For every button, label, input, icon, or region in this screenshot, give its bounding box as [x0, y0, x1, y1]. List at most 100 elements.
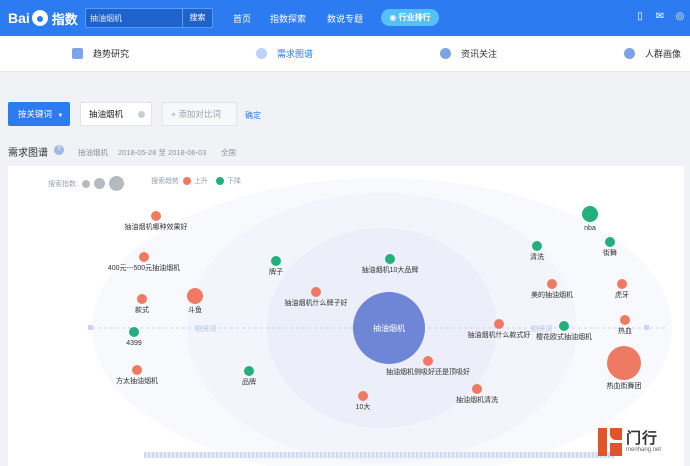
watermark: 门行 menhang.net: [598, 424, 686, 460]
keyword-bubble[interactable]: [472, 384, 482, 394]
keyword-bubble[interactable]: [311, 287, 321, 297]
legend-trend-label: 搜索趋势: [151, 178, 179, 185]
search-button[interactable]: 搜索: [182, 9, 212, 27]
keyword-bubble-label: 抽油烟机10大品牌: [362, 265, 419, 274]
keyword-bubble[interactable]: [547, 279, 557, 289]
add-compare-button[interactable]: + 添加对比词: [162, 102, 237, 126]
trend-icon: [72, 48, 83, 59]
tab-demand-graph[interactable]: 需求图谱: [256, 47, 313, 60]
keyword-bubble-label: 街舞: [603, 248, 617, 257]
chevron-down-icon: ▼: [57, 113, 64, 119]
keyword-bubble-label: 方太抽油烟机: [116, 376, 158, 385]
date-range: 2018-05-28 至 2018-06-03: [118, 148, 207, 157]
center-label: 抽油烟机: [373, 323, 405, 333]
mobile-icon[interactable]: ▯: [634, 11, 646, 23]
header-keyword: 抽油烟机: [78, 148, 108, 157]
industry-rank-button[interactable]: ◉ 行业排行: [381, 9, 439, 26]
search-input[interactable]: [90, 10, 180, 26]
help-icon[interactable]: ?: [54, 145, 64, 155]
rank-label: 行业排行: [398, 13, 431, 22]
legend-up-dot: [183, 177, 191, 185]
keyword-bubble[interactable]: [187, 288, 203, 304]
keyword-value: 抽油烟机: [89, 109, 124, 119]
logo-suffix: 指数: [51, 11, 78, 27]
axis-end-right: [644, 325, 649, 330]
keyword-bubble[interactable]: [358, 391, 368, 401]
tab-news-attention[interactable]: 资讯关注: [440, 47, 497, 60]
axis-label-left: 相关词: [195, 324, 216, 333]
demand-graph-panel: 相关词 相关词 抽油烟机哪种效果好 400元---500元抽油烟机 款式 4399 方太…: [8, 166, 684, 466]
confirm-button[interactable]: 确定: [245, 110, 261, 121]
nav-home[interactable]: 首页: [233, 12, 251, 25]
axis-end-left: [88, 325, 93, 330]
keyword-bubble-label: 美的抽油烟机: [531, 290, 573, 299]
keyword-bubble-label: 400元---500元抽油烟机: [108, 263, 180, 272]
legend-size-medium: [93, 178, 105, 189]
chart-header: 需求图谱 ? 抽油烟机 2018-05-28 至 2018-06-03 全国: [0, 138, 690, 164]
baidu-index-logo[interactable]: Bai 指数: [8, 8, 78, 28]
news-icon: [440, 48, 451, 59]
keyword-chip[interactable]: 抽油烟机: [80, 102, 152, 126]
keyword-bubble-label: 清洗: [530, 252, 544, 261]
tab-label: 趋势研究: [93, 49, 130, 59]
keyword-bubble[interactable]: [271, 256, 281, 266]
watermark-logo-icon: [598, 428, 622, 456]
rank-icon: ◉: [389, 13, 397, 22]
keyword-bubble[interactable]: [617, 279, 627, 289]
keyword-bubble[interactable]: [605, 237, 615, 247]
keyword-bubble[interactable]: [494, 319, 504, 329]
tab-trend-research[interactable]: 趋势研究: [72, 47, 129, 60]
keyword-bubble[interactable]: [385, 254, 395, 264]
keyword-bubble-label: 品牌: [242, 377, 256, 386]
paw-icon: [31, 10, 48, 26]
keyword-bubble-label: 抽油烟机清洗: [456, 395, 498, 404]
graph-icon: [256, 48, 267, 59]
tab-audience-profile[interactable]: 人群画像: [624, 47, 681, 60]
region: 全国: [221, 148, 236, 157]
keyword-bubble-label: 樱花欧式抽油烟机: [536, 332, 592, 341]
legend-up-label: 上升: [194, 178, 208, 185]
legend-down-label: 下降: [227, 178, 241, 185]
search-box: 搜索: [85, 8, 213, 28]
legend-trend: 搜索趋势 上升 下降: [151, 176, 241, 186]
keyword-bubble[interactable]: [607, 346, 641, 380]
watermark-en: menhang.net: [626, 447, 662, 453]
keyword-bubble[interactable]: [532, 241, 542, 251]
keyword-bubble[interactable]: [132, 365, 142, 375]
legend-size-small: [81, 179, 90, 188]
user-icon: [624, 48, 635, 59]
remove-icon[interactable]: [138, 111, 145, 118]
keyword-bubble-label: 款式: [135, 305, 149, 314]
keyword-bubble-label: 抽油烟机哪种效果好: [125, 222, 188, 231]
keyword-bubble[interactable]: [151, 211, 161, 221]
watermark-text: 门行 menhang.net: [626, 430, 662, 454]
weibo-icon[interactable]: ◎: [674, 11, 686, 23]
keyword-bubble[interactable]: [423, 356, 433, 366]
keyword-bubble[interactable]: [244, 366, 254, 376]
keyword-bubble-label: 热血街舞团: [607, 381, 642, 390]
legend-search-index-label: 搜索指数:: [48, 180, 78, 188]
top-nav-bar: Bai 指数 搜索 首页 指数探索 数说专题 ◉ 行业排行 ▯ ✉ ◎: [0, 0, 690, 36]
keyword-type-select[interactable]: 按关键词 ▼: [8, 102, 70, 126]
keyword-bubble[interactable]: [139, 252, 149, 262]
keyword-bubble-label: 虎牙: [615, 290, 629, 299]
keyword-bubble[interactable]: [129, 327, 139, 337]
keyword-bubble-label: 4399: [126, 340, 142, 347]
keyword-bubble[interactable]: [137, 294, 147, 304]
secondary-nav: 趋势研究 需求图谱 资讯关注 人群画像: [0, 36, 690, 72]
demand-graph-chart: 相关词 相关词 抽油烟机哪种效果好 400元---500元抽油烟机款式 4399 方太…: [88, 178, 672, 466]
select-label: 按关键词: [18, 109, 53, 119]
keyword-bubble-label: 热血: [618, 326, 632, 335]
keyword-bubble-label: 10大: [356, 402, 371, 411]
tab-label: 人群画像: [645, 49, 682, 59]
keyword-bubble[interactable]: [620, 315, 630, 325]
wechat-icon[interactable]: ✉: [654, 11, 666, 23]
keyword-bubble-label: nba: [584, 225, 596, 232]
keyword-bubble[interactable]: [582, 206, 598, 222]
keyword-bubble[interactable]: [559, 321, 569, 331]
legend-size-large: [108, 176, 124, 191]
nav-index-explore[interactable]: 指数探索: [270, 12, 306, 25]
graph-scrollbar[interactable]: [144, 452, 614, 458]
watermark-cn: 门行: [626, 430, 659, 447]
nav-data-topics[interactable]: 数说专题: [327, 12, 363, 25]
